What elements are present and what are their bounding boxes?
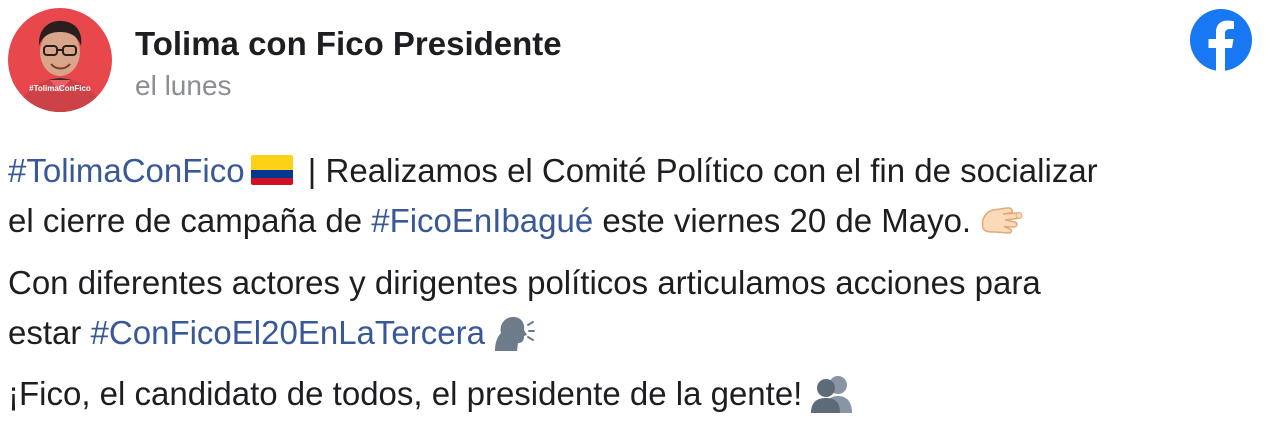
post-paragraph: #TolimaConFico | Realizamos el Comité Po… (8, 146, 1258, 248)
avatar[interactable]: #TolimaConFico (8, 8, 112, 112)
post-line: Con diferentes actores y dirigentes polí… (8, 258, 1258, 308)
page-name[interactable]: Tolima con Fico Presidente (135, 25, 562, 63)
avatar-hashtag-label: #TolimaConFico (29, 84, 91, 93)
hashtag-link[interactable]: #TolimaConFico (8, 152, 245, 189)
avatar-portrait (8, 20, 112, 112)
post-line: ¡Fico, el candidato de todos, el preside… (8, 369, 1258, 421)
post-text: este viernes 20 de Mayo. (593, 202, 972, 239)
colombia-flag-icon (250, 155, 293, 186)
post-text: el cierre de campaña de (8, 202, 372, 239)
post-text: | Realizamos el Comité Político con el f… (298, 152, 1098, 189)
post-timestamp[interactable]: el lunes (135, 70, 232, 102)
post-text: ¡Fico, el candidato de todos, el preside… (8, 374, 803, 412)
post-body: #TolimaConFico | Realizamos el Comité Po… (8, 146, 1258, 431)
hashtag-link[interactable]: #ConFicoEl20EnLaTercera (91, 314, 485, 351)
post-line: #TolimaConFico | Realizamos el Comité Po… (8, 146, 1258, 196)
post-text: estar (8, 314, 91, 352)
hashtag-link[interactable]: #FicoEnIbagué (371, 202, 593, 239)
post-header: #TolimaConFico Tolima con Fico President… (8, 8, 1268, 114)
post-text: Con diferentes actores y dirigentes polí… (8, 264, 1041, 302)
post-line: el cierre de campaña de #FicoEnIbagué es… (8, 196, 1258, 248)
post-paragraph: Con diferentes actores y dirigentes polí… (8, 258, 1258, 358)
post-paragraph: ¡Fico, el candidato de todos, el preside… (8, 369, 1258, 421)
pointing-hand-icon (977, 198, 1025, 242)
busts-in-silhouette-icon (808, 371, 856, 415)
facebook-post: #TolimaConFico Tolima con Fico President… (0, 0, 1275, 441)
speaking-head-icon (491, 313, 535, 353)
post-line: estar #ConFicoEl20EnLaTercera (8, 308, 1258, 358)
facebook-icon[interactable] (1189, 8, 1253, 73)
